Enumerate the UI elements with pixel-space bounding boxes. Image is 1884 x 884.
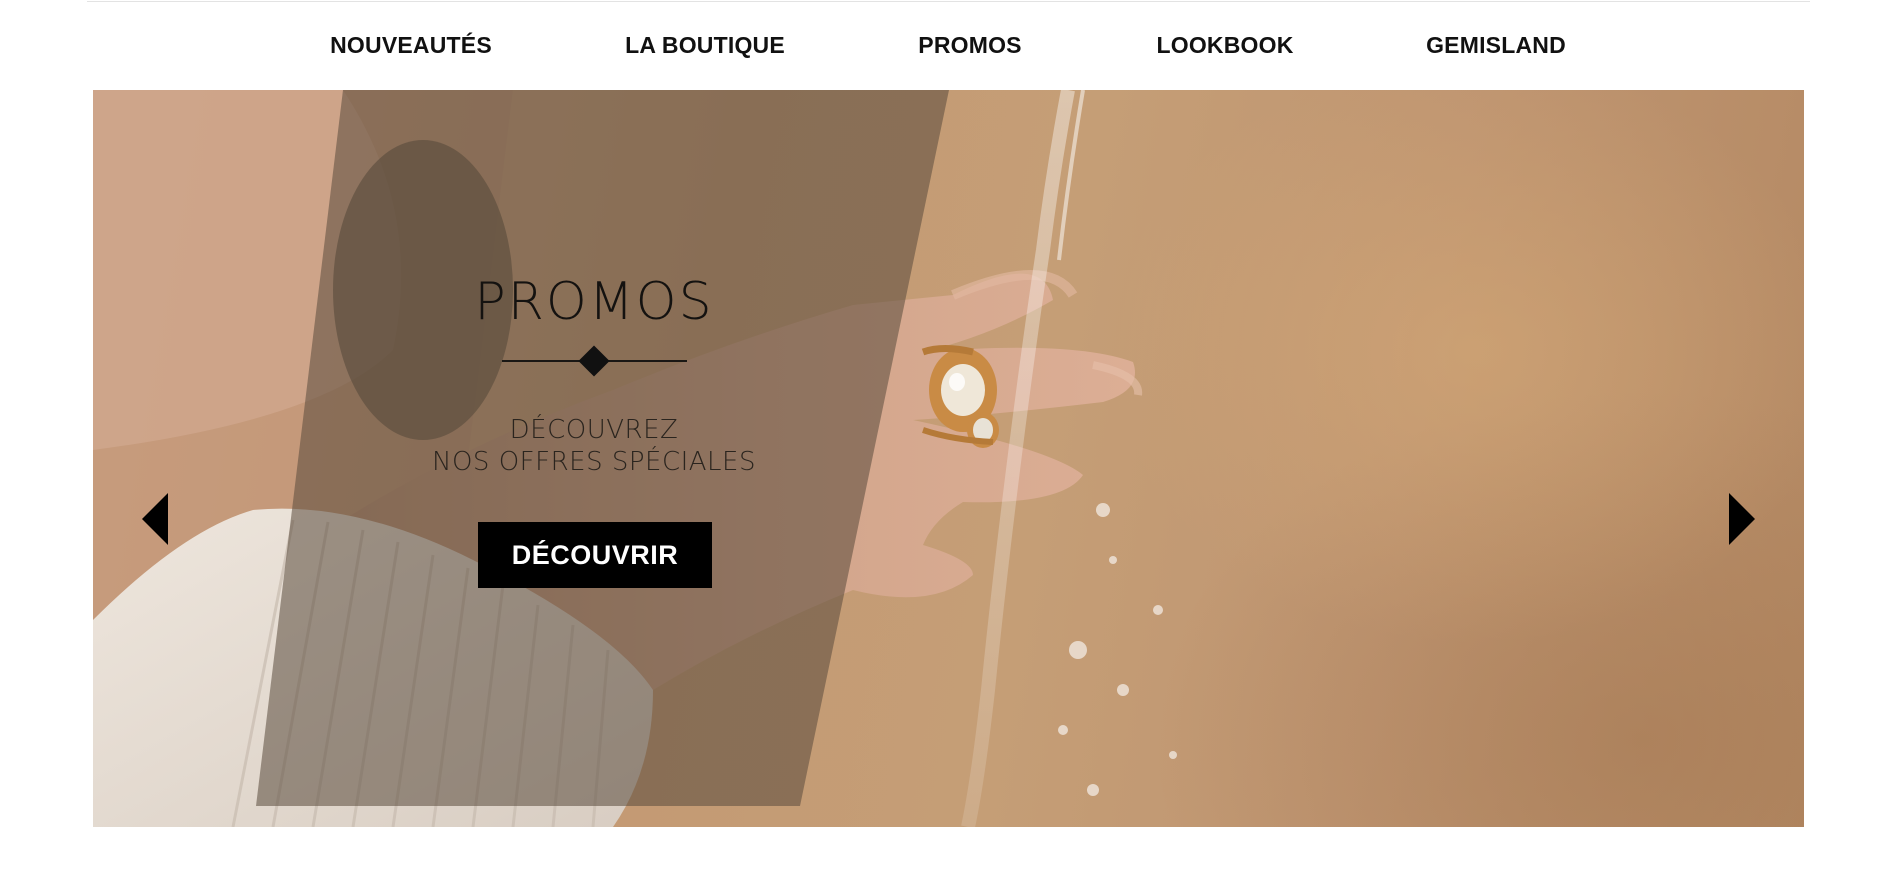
top-divider <box>87 1 1810 2</box>
main-navigation: NOUVEAUTÉS LA BOUTIQUE PROMOS LOOKBOOK G… <box>0 26 1884 66</box>
promo-subtitle-line-2: NOS OFFRES SPÉCIALES <box>432 447 756 477</box>
promo-title: PROMOS <box>474 272 714 332</box>
discover-button[interactable]: DÉCOUVRIR <box>478 522 712 588</box>
nav-item-gemisland[interactable]: GEMISLAND <box>1426 32 1566 59</box>
nav-item-lookbook[interactable]: LOOKBOOK <box>1156 32 1293 59</box>
carousel-prev-icon[interactable] <box>142 493 168 545</box>
promo-overlay-panel <box>256 90 949 806</box>
hero-carousel: PROMOS DÉCOUVREZ NOS OFFRES SPÉCIALES DÉ… <box>93 90 1804 827</box>
carousel-next-icon[interactable] <box>1729 493 1755 545</box>
nav-item-la-boutique[interactable]: LA BOUTIQUE <box>625 32 785 59</box>
promo-subtitle-line-1: DÉCOUVREZ <box>509 415 679 445</box>
nav-item-promos[interactable]: PROMOS <box>918 32 1021 59</box>
nav-item-nouveautes[interactable]: NOUVEAUTÉS <box>330 32 492 59</box>
promo-subtitle: DÉCOUVREZ NOS OFFRES SPÉCIALES <box>364 414 824 478</box>
